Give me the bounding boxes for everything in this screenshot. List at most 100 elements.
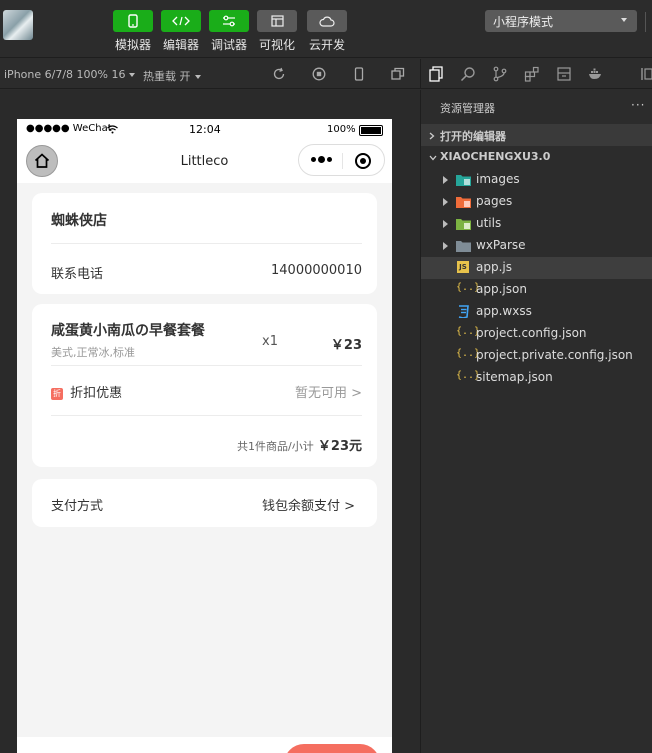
- debugger-button[interactable]: 调试器: [209, 10, 249, 53]
- folder-name: wxParse: [476, 238, 526, 252]
- explorer-title: 资源管理器: [440, 102, 495, 115]
- battery-icon: [359, 125, 383, 136]
- mode-select-value: 小程序模式: [493, 15, 554, 29]
- files-icon[interactable]: [428, 66, 444, 82]
- visual-button[interactable]: 可视化: [257, 10, 297, 53]
- mode-select[interactable]: 小程序模式: [485, 10, 637, 32]
- folder-name: images: [476, 172, 520, 186]
- simulator-button[interactable]: 模拟器: [113, 10, 153, 53]
- file-name: app.js: [476, 260, 512, 274]
- file-project-config[interactable]: {..} project.config.json: [421, 323, 652, 345]
- file-app-js[interactable]: JS app.js: [421, 257, 652, 279]
- chevron-right-icon: [443, 220, 448, 228]
- discount-value: 暂无可用 >: [294, 386, 362, 401]
- docker-icon[interactable]: [588, 66, 604, 82]
- utils-folder-icon: [456, 219, 471, 230]
- battery-text: 100%: [327, 124, 356, 135]
- device-select[interactable]: iPhone 6/7/8 100% 16: [4, 68, 136, 81]
- chevron-down-icon: [429, 155, 437, 161]
- summary-text: 共1件商品/小计: [237, 440, 314, 453]
- editor-button[interactable]: 编辑器: [161, 10, 201, 53]
- file-name: sitemap.json: [476, 370, 553, 384]
- payment-value: 钱包余额支付 >: [261, 499, 355, 514]
- cloud-label: 云开发: [308, 38, 345, 52]
- extensions-icon[interactable]: [524, 66, 540, 82]
- phone-preview-icon[interactable]: [352, 67, 366, 81]
- cloud-icon: [307, 10, 347, 32]
- wifi-icon: [107, 125, 118, 134]
- sidebar-activity-bar: [420, 59, 652, 89]
- contact-phone: 14000000010: [271, 263, 362, 278]
- item-price: ￥23: [330, 338, 362, 353]
- open-editors-section[interactable]: 打开的编辑器: [421, 124, 652, 146]
- folder-name: utils: [476, 216, 502, 230]
- phone-screen: ●●●●● WeChat 12:04 100% Littleco 蜘蛛侠店 联系…: [17, 119, 392, 753]
- chevron-right-icon: [443, 176, 448, 184]
- chevron-down-icon: [194, 75, 201, 79]
- panel-toggle-icon[interactable]: [640, 66, 652, 82]
- visual-label: 可视化: [258, 38, 295, 52]
- folder-images[interactable]: images: [421, 169, 652, 191]
- chevron-right-icon: [429, 132, 435, 140]
- simulator-label: 模拟器: [114, 38, 151, 52]
- phone-icon: [113, 10, 153, 32]
- search-icon[interactable]: [460, 66, 476, 82]
- file-name: app.wxss: [476, 304, 532, 318]
- detach-window-icon[interactable]: [391, 67, 405, 81]
- more-icon[interactable]: ···: [631, 98, 645, 112]
- payment-card[interactable]: 支付方式 钱包余额支付 >: [32, 479, 377, 527]
- file-project-private-config[interactable]: {..} project.private.config.json: [421, 345, 652, 367]
- contact-label: 联系电话: [51, 267, 104, 282]
- file-name: project.config.json: [476, 326, 587, 340]
- capsule-divider: [342, 153, 343, 169]
- project-section[interactable]: XIAOCHENGXU3.0: [421, 146, 652, 168]
- pay-button[interactable]: [284, 744, 380, 753]
- layout-icon: [257, 10, 297, 32]
- pages-folder-icon: [456, 197, 471, 208]
- close-miniprogram-icon[interactable]: [355, 153, 371, 169]
- json-file-icon: {..}: [456, 282, 481, 293]
- source-control-icon[interactable]: [492, 66, 508, 82]
- folder-icon: [456, 241, 471, 252]
- contact-row[interactable]: 联系电话 14000000010: [51, 263, 362, 282]
- toolbar-divider: [645, 12, 646, 32]
- project-label: XIAOCHENGXU3.0: [440, 150, 551, 163]
- folder-pages[interactable]: pages: [421, 191, 652, 213]
- top-toolbar: 模拟器 编辑器 调试器 可视化 云开发 小程序模式: [0, 0, 652, 58]
- hot-reload-value: 热重载 开: [143, 70, 191, 83]
- code-icon: [161, 10, 201, 32]
- carrier-text: ●●●●● WeChat: [26, 123, 112, 134]
- clock-text: 12:04: [189, 123, 221, 136]
- stylesheet-file-icon: [458, 305, 469, 318]
- folder-utils[interactable]: utils: [421, 213, 652, 235]
- order-summary: 共1件商品/小计 ￥23元: [51, 435, 362, 454]
- payment-row[interactable]: 支付方式 钱包余额支付 >: [51, 495, 362, 514]
- divider: [51, 415, 362, 416]
- hot-reload-toggle[interactable]: 热重载 开: [143, 68, 201, 84]
- chevron-down-icon: [129, 73, 136, 77]
- shop-name: 蜘蛛侠店: [51, 213, 107, 229]
- javascript-file-icon: JS: [457, 261, 469, 273]
- refresh-icon[interactable]: [272, 67, 286, 81]
- file-app-json[interactable]: {..} app.json: [421, 279, 652, 301]
- file-app-wxss[interactable]: app.wxss: [421, 301, 652, 323]
- user-avatar[interactable]: [3, 10, 33, 40]
- folder-wxparse[interactable]: wxParse: [421, 235, 652, 257]
- discount-row[interactable]: 折 折扣优惠 暂无可用 >: [51, 382, 362, 401]
- chevron-right-icon: [443, 198, 448, 206]
- file-name: project.private.config.json: [476, 348, 633, 362]
- chevron-down-icon: [621, 18, 627, 22]
- shop-card: 蜘蛛侠店 联系电话 14000000010: [32, 193, 377, 294]
- storage-icon[interactable]: [556, 66, 572, 82]
- folder-name: pages: [476, 194, 513, 208]
- discount-badge: 折: [51, 387, 63, 400]
- device-select-value: iPhone 6/7/8 100% 16: [4, 68, 126, 81]
- image-folder-icon: [456, 175, 471, 186]
- cloud-button[interactable]: 云开发: [307, 10, 347, 53]
- explorer-panel: 资源管理器 ··· 打开的编辑器 XIAOCHENGXU3.0 images p…: [420, 90, 652, 753]
- file-sitemap[interactable]: {..} sitemap.json: [421, 367, 652, 389]
- stop-icon[interactable]: [312, 67, 326, 81]
- open-editors-label: 打开的编辑器: [440, 130, 506, 143]
- simulator-area: ●●●●● WeChat 12:04 100% Littleco 蜘蛛侠店 联系…: [0, 90, 420, 753]
- more-dots-icon[interactable]: [311, 156, 332, 163]
